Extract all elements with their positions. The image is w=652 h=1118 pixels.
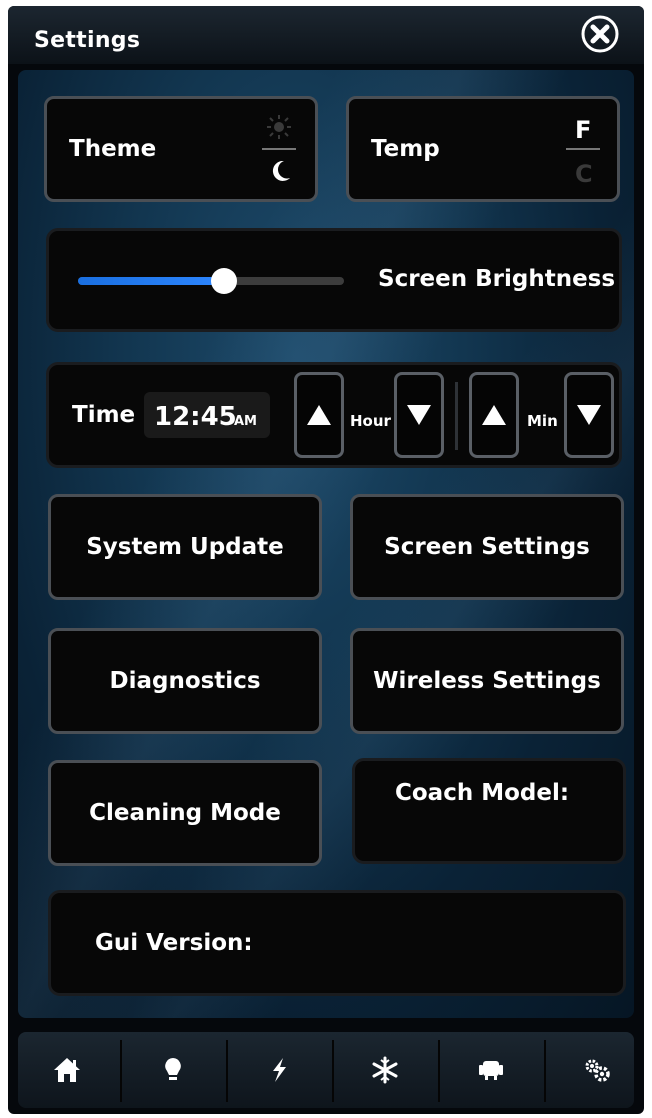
- theme-label: Theme: [69, 136, 157, 162]
- home-icon: [54, 1058, 80, 1082]
- nav-power[interactable]: [226, 1032, 332, 1108]
- hour-label: Hour: [350, 412, 391, 430]
- screen-settings-button[interactable]: Screen Settings: [350, 494, 624, 600]
- window-title: Settings: [34, 28, 141, 53]
- lightbulb-icon: [165, 1058, 181, 1080]
- time-value: 12:45: [154, 402, 237, 432]
- arrow-up-icon: [482, 405, 506, 425]
- min-up-button[interactable]: [469, 372, 519, 458]
- seat-icon: [479, 1061, 503, 1080]
- system-update-button[interactable]: System Update: [48, 494, 322, 600]
- coach-model-panel: [352, 758, 626, 864]
- diagnostics-button[interactable]: Diagnostics: [48, 628, 322, 734]
- arrow-down-icon: [577, 405, 601, 425]
- arrow-up-icon: [307, 405, 331, 425]
- temp-divider: [566, 148, 600, 150]
- moon-icon[interactable]: [268, 158, 292, 184]
- temp-option-c[interactable]: C: [575, 160, 593, 188]
- brightness-slider[interactable]: [78, 268, 344, 294]
- close-icon[interactable]: [580, 14, 620, 54]
- nav-climate[interactable]: [332, 1032, 438, 1108]
- brightness-label: Screen Brightness: [378, 266, 616, 292]
- diagnostics-label: Diagnostics: [109, 668, 261, 694]
- lightning-icon: [273, 1058, 286, 1082]
- coach-model-label: Coach Model:: [395, 780, 570, 806]
- cleaning-mode-button[interactable]: Cleaning Mode: [48, 760, 322, 866]
- hour-down-button[interactable]: [394, 372, 444, 458]
- time-divider: [455, 382, 458, 450]
- time-label: Time: [72, 402, 136, 428]
- time-ampm: AM: [234, 414, 257, 429]
- wireless-settings-label: Wireless Settings: [373, 668, 601, 694]
- nav-seating[interactable]: [438, 1032, 544, 1108]
- hour-up-button[interactable]: [294, 372, 344, 458]
- cleaning-mode-label: Cleaning Mode: [89, 800, 281, 826]
- brightness-slider-fill: [78, 277, 225, 285]
- min-label: Min: [527, 412, 558, 430]
- nav-home[interactable]: [14, 1032, 120, 1108]
- temp-option-f[interactable]: F: [575, 116, 591, 144]
- system-update-label: System Update: [86, 534, 284, 560]
- theme-divider: [262, 148, 296, 150]
- snowflake-icon: [372, 1056, 398, 1084]
- min-down-button[interactable]: [564, 372, 614, 458]
- sun-icon[interactable]: [266, 114, 292, 140]
- wireless-settings-button[interactable]: Wireless Settings: [350, 628, 624, 734]
- arrow-down-icon: [407, 405, 431, 425]
- nav-settings[interactable]: [544, 1032, 650, 1108]
- title-bar: Settings: [8, 6, 644, 64]
- gui-version-label: Gui Version:: [95, 930, 253, 956]
- gears-icon: [585, 1059, 610, 1082]
- nav-lighting[interactable]: [120, 1032, 226, 1108]
- screen-settings-label: Screen Settings: [384, 534, 590, 560]
- temp-label: Temp: [371, 136, 440, 162]
